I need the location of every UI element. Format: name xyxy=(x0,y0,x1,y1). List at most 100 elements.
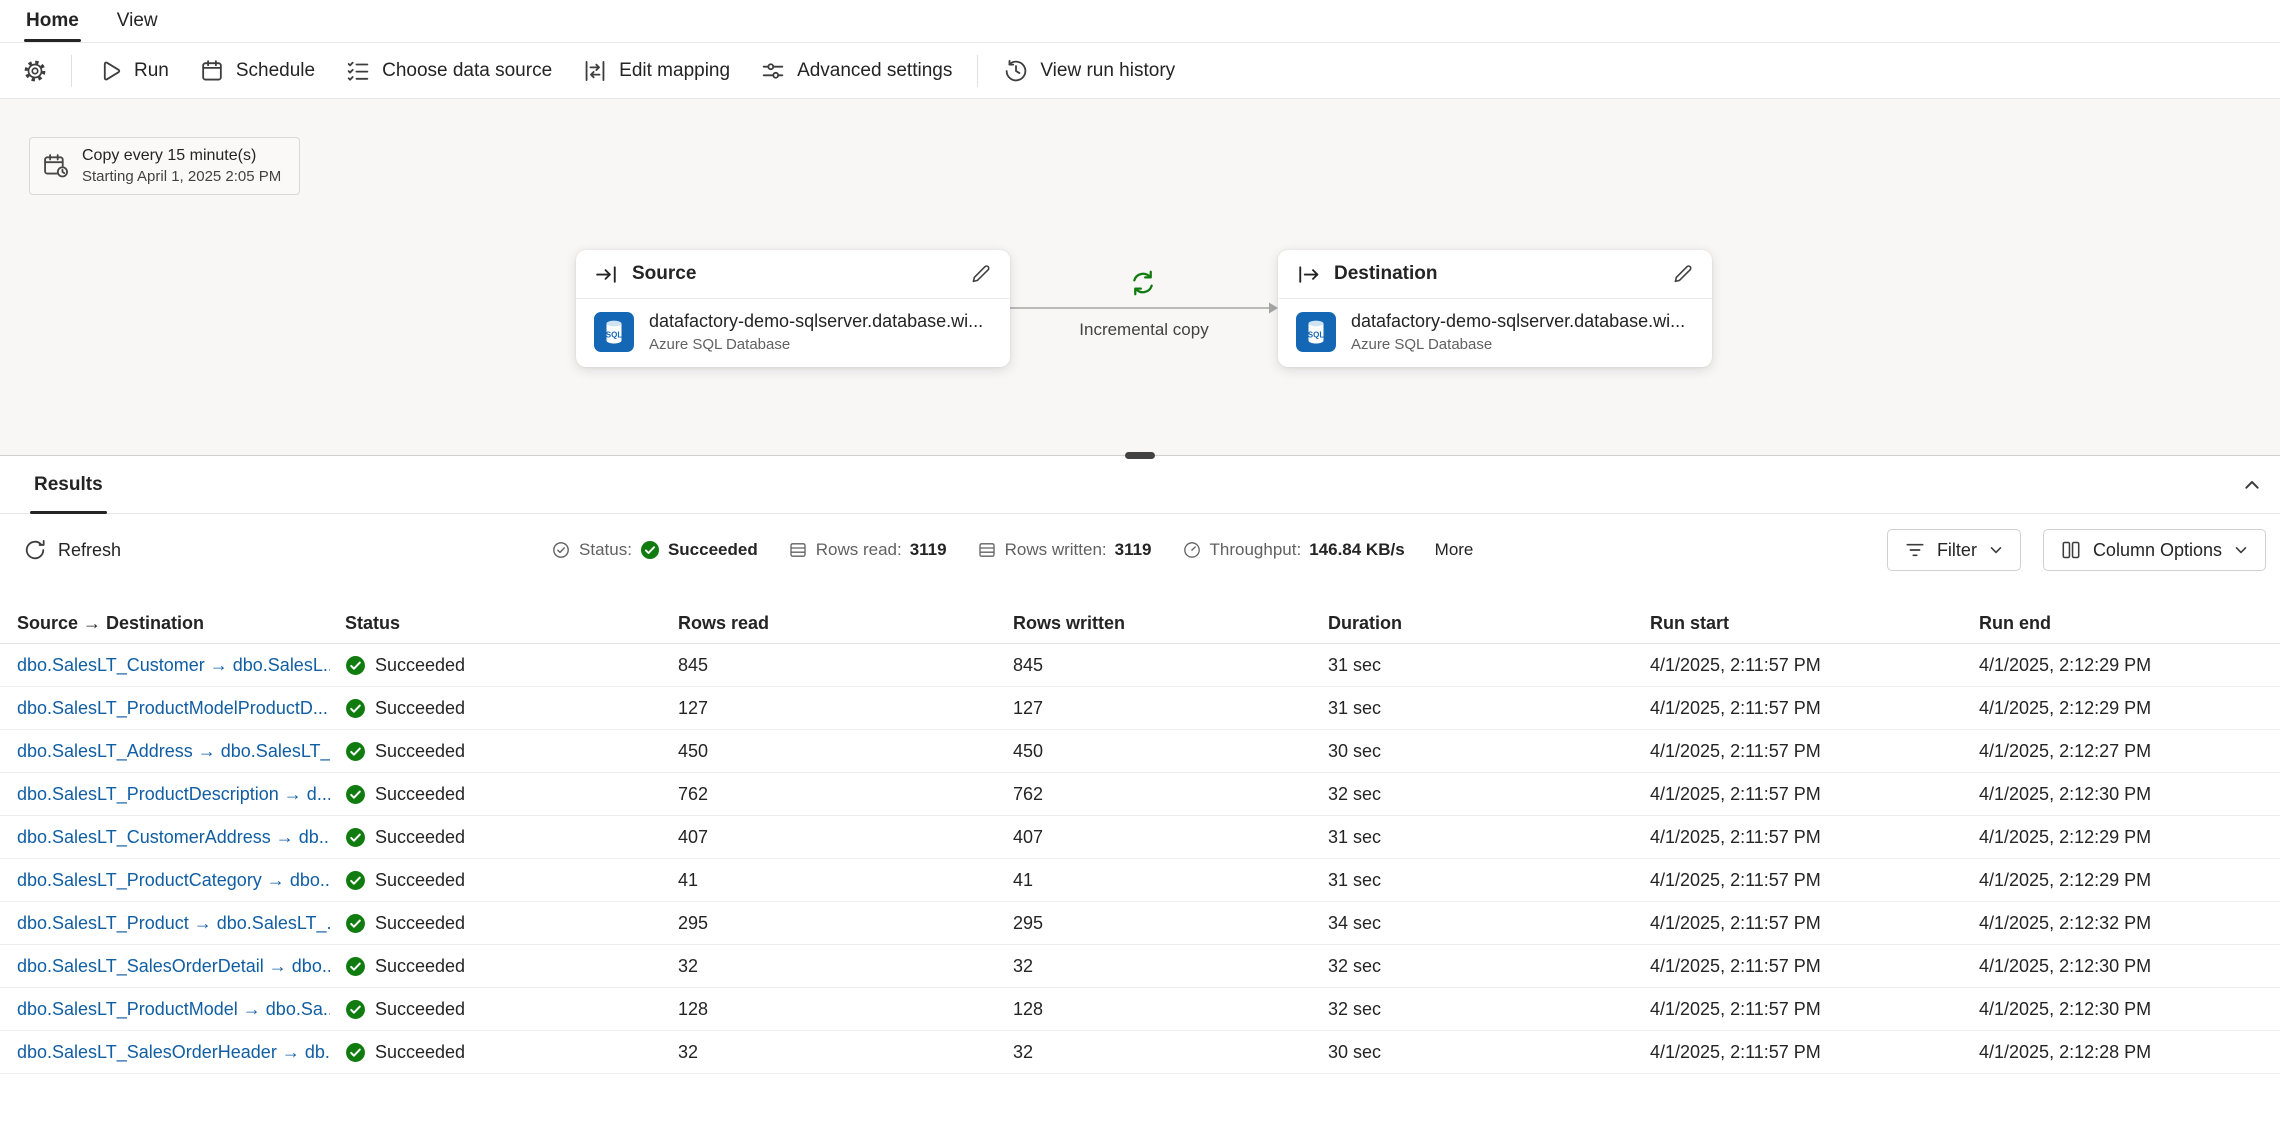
sliders-icon xyxy=(760,58,786,84)
table-row: dbo.SalesLT_Product → dbo.SalesLT_... Su… xyxy=(0,902,2280,945)
rows-read-cell: 127 xyxy=(678,698,1013,719)
source-destination-link[interactable]: dbo.SalesLT_Address → dbo.SalesLT_... xyxy=(0,741,330,762)
schedule-frequency: Copy every 15 minute(s) xyxy=(82,147,281,165)
copy-job-editor: Home View Run Schedule Choose data s xyxy=(0,0,2280,1123)
rows-written-cell: 128 xyxy=(1013,999,1328,1020)
source-card[interactable]: Source SQL datafactory-demo-sqlserver.da… xyxy=(576,250,1010,367)
run-button[interactable]: Run xyxy=(83,50,183,92)
duration-cell: 32 sec xyxy=(1328,784,1650,805)
table-row: dbo.SalesLT_SalesOrderHeader → db... Suc… xyxy=(0,1031,2280,1074)
status-cell: Succeeded xyxy=(345,1042,678,1063)
rows-read-cell: 41 xyxy=(678,870,1013,891)
tab-home[interactable]: Home xyxy=(12,0,93,42)
run-start-cell: 4/1/2025, 2:11:57 PM xyxy=(1650,956,1979,977)
view-run-history-button[interactable]: View run history xyxy=(989,50,1189,92)
column-header-rows-written: Rows written xyxy=(1013,613,1328,634)
edit-mapping-button[interactable]: Edit mapping xyxy=(568,50,744,92)
run-start-cell: 4/1/2025, 2:11:57 PM xyxy=(1650,999,1979,1020)
refresh-button[interactable]: Refresh xyxy=(23,538,121,562)
schedule-badge[interactable]: Copy every 15 minute(s) Starting April 1… xyxy=(29,137,300,195)
columns-icon xyxy=(2060,539,2082,561)
choose-data-source-button[interactable]: Choose data source xyxy=(331,50,566,92)
incremental-copy-label: Incremental copy xyxy=(1009,320,1279,340)
succeeded-check-icon xyxy=(345,1042,366,1063)
run-start-cell: 4/1/2025, 2:11:57 PM xyxy=(1650,913,1979,934)
status-cell: Succeeded xyxy=(345,999,678,1020)
summary-throughput: Throughput: 146.84 KB/s xyxy=(1182,540,1405,560)
status-cell: Succeeded xyxy=(345,655,678,676)
run-label: Run xyxy=(134,60,169,82)
tab-results[interactable]: Results xyxy=(30,456,107,513)
source-destination-link[interactable]: dbo.SalesLT_ProductModel → dbo.Sa... xyxy=(0,999,330,1020)
status-cell: Succeeded xyxy=(345,698,678,719)
duration-cell: 31 sec xyxy=(1328,870,1650,891)
source-destination-link[interactable]: dbo.SalesLT_CustomerAddress → db... xyxy=(0,827,330,848)
table-row: dbo.SalesLT_Customer → dbo.SalesL... Suc… xyxy=(0,644,2280,687)
schedule-start: Starting April 1, 2025 2:05 PM xyxy=(82,168,281,185)
status-cell: Succeeded xyxy=(345,870,678,891)
succeeded-check-icon xyxy=(345,698,366,719)
rows-read-label: Rows read: xyxy=(816,540,902,560)
succeeded-check-icon xyxy=(345,956,366,977)
table-row: dbo.SalesLT_ProductModelProductD... Succ… xyxy=(0,687,2280,730)
throughput-label: Throughput: xyxy=(1210,540,1302,560)
source-destination-link[interactable]: dbo.SalesLT_SalesOrderDetail → dbo... xyxy=(0,956,330,977)
play-icon xyxy=(97,58,123,84)
duration-cell: 31 sec xyxy=(1328,698,1650,719)
column-header-rows-read: Rows read xyxy=(678,613,1013,634)
tab-view[interactable]: View xyxy=(103,0,172,42)
duration-cell: 30 sec xyxy=(1328,1042,1650,1063)
rows-written-cell: 450 xyxy=(1013,741,1328,762)
status-label: Status: xyxy=(579,540,632,560)
throughput-gauge-icon xyxy=(1182,540,1202,560)
filter-button[interactable]: Filter xyxy=(1887,529,2021,571)
schedule-label: Schedule xyxy=(236,60,315,82)
settings-button[interactable] xyxy=(10,50,60,92)
succeeded-check-icon xyxy=(345,913,366,934)
status-value: Succeeded xyxy=(668,540,758,560)
source-destination-link[interactable]: dbo.SalesLT_Product → dbo.SalesLT_... xyxy=(0,913,330,934)
source-card-header: Source xyxy=(576,250,1010,299)
rows-written-cell: 407 xyxy=(1013,827,1328,848)
status-cell: Succeeded xyxy=(345,827,678,848)
results-tabs: Results xyxy=(0,456,2280,514)
source-destination-link[interactable]: dbo.SalesLT_ProductCategory → dbo... xyxy=(0,870,330,891)
rows-written-cell: 32 xyxy=(1013,1042,1328,1063)
source-destination-link[interactable]: dbo.SalesLT_ProductModelProductD... xyxy=(0,698,330,719)
rows-read-cell: 762 xyxy=(678,784,1013,805)
run-end-cell: 4/1/2025, 2:12:30 PM xyxy=(1979,999,2280,1020)
panel-resize-handle[interactable] xyxy=(1125,452,1155,459)
table-row: dbo.SalesLT_SalesOrderDetail → dbo... Su… xyxy=(0,945,2280,988)
status-text: Succeeded xyxy=(375,956,465,977)
edit-destination-icon[interactable] xyxy=(1671,263,1694,286)
collapse-panel-icon[interactable] xyxy=(2242,475,2262,495)
schedule-badge-text: Copy every 15 minute(s) Starting April 1… xyxy=(82,147,281,185)
column-header-source-destination: Source → Destination xyxy=(0,613,345,634)
edit-source-icon[interactable] xyxy=(969,263,992,286)
column-options-button[interactable]: Column Options xyxy=(2043,529,2266,571)
destination-card-title: Destination xyxy=(1334,263,1658,285)
results-table: Source → Destination Status Rows read Ro… xyxy=(0,604,2280,1074)
run-start-cell: 4/1/2025, 2:11:57 PM xyxy=(1650,827,1979,848)
source-destination-link[interactable]: dbo.SalesLT_SalesOrderHeader → db... xyxy=(0,1042,330,1063)
source-destination-link[interactable]: dbo.SalesLT_ProductDescription → d... xyxy=(0,784,330,805)
svg-text:SQL: SQL xyxy=(606,331,623,340)
table-row: dbo.SalesLT_CustomerAddress → db... Succ… xyxy=(0,816,2280,859)
ribbon-toolbar: Run Schedule Choose data source Edit map… xyxy=(0,42,2280,99)
advanced-settings-button[interactable]: Advanced settings xyxy=(746,50,966,92)
duration-cell: 32 sec xyxy=(1328,956,1650,977)
destination-card[interactable]: Destination SQL datafactory-demo-sqlserv… xyxy=(1278,250,1712,367)
checklist-icon xyxy=(345,58,371,84)
results-table-header: Source → Destination Status Rows read Ro… xyxy=(0,604,2280,644)
run-end-cell: 4/1/2025, 2:12:29 PM xyxy=(1979,827,2280,848)
status-text: Succeeded xyxy=(375,784,465,805)
pipeline-canvas: Copy every 15 minute(s) Starting April 1… xyxy=(0,99,2280,455)
source-destination-link[interactable]: dbo.SalesLT_Customer → dbo.SalesL... xyxy=(0,655,330,676)
status-cell: Succeeded xyxy=(345,741,678,762)
azure-sql-icon: SQL xyxy=(1296,312,1336,352)
status-text: Succeeded xyxy=(375,655,465,676)
run-start-cell: 4/1/2025, 2:11:57 PM xyxy=(1650,870,1979,891)
schedule-button[interactable]: Schedule xyxy=(185,50,329,92)
more-button[interactable]: More xyxy=(1435,540,1474,560)
summary-rows-read: Rows read: 3119 xyxy=(788,540,947,560)
